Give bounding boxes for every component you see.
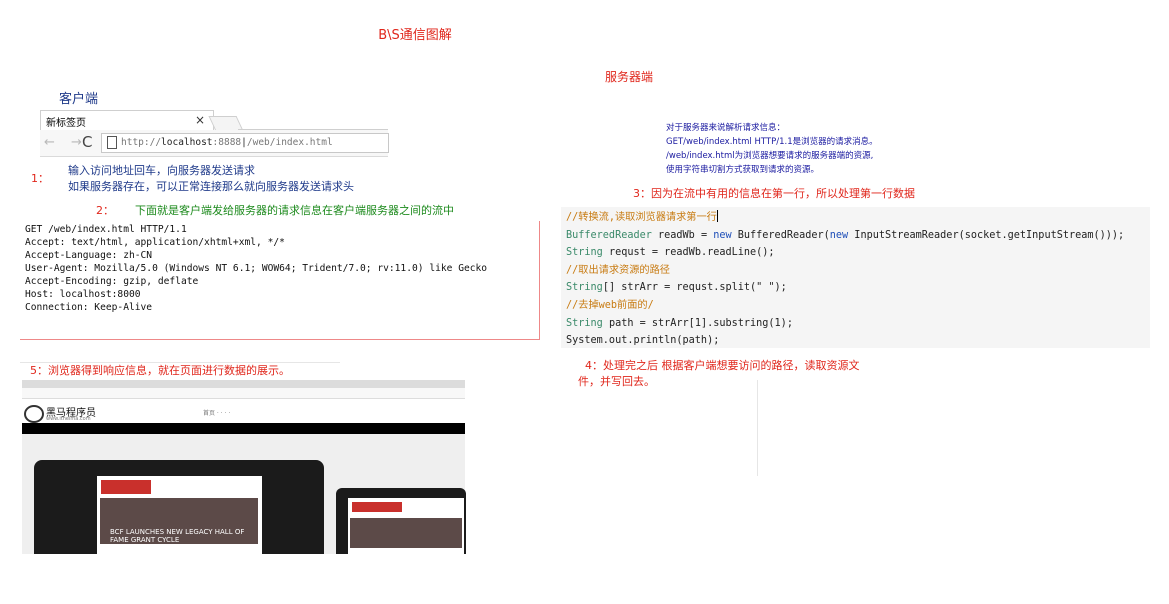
server-label: 服务器端 [605, 70, 654, 84]
divider [757, 380, 758, 476]
server-info-line: GET/web/index.html HTTP/1.1是浏览器的请求消息。 [666, 137, 878, 147]
step2-text: 下面就是客户端发给服务器的请求信息在客户端服务器之间的流中 [135, 204, 454, 217]
thumb-nav-links: 首页 · · · · [203, 410, 231, 417]
thumb-tablet-banner [350, 518, 462, 548]
code-lines: //转换流,读取浏览器请求第一行 BufferedReader readWb = … [566, 209, 1124, 350]
reload-icon[interactable]: C [82, 133, 92, 151]
request-line: Host: localhost:8000 [25, 289, 141, 300]
diagram-title: B\S通信图解 [378, 28, 452, 43]
client-label: 客户端 [59, 92, 99, 107]
code-comment: //转换流,读取浏览器请求第一行 [566, 210, 718, 223]
address-url: http://localhost:8888|/web/index.html [121, 137, 333, 148]
code-comment: //去掉web前面的/ [566, 299, 654, 311]
thumb-red-header [101, 480, 151, 494]
thumb-banner-text: BCF LAUNCHES NEW LEGACY HALL OF FAME GRA… [110, 528, 245, 544]
text-cursor [716, 210, 718, 222]
step4-line1: 4：处理完之后 根据客户端想要访问的路径，读取资源文 [585, 359, 860, 372]
page-icon [107, 136, 117, 149]
thumb-logo-sub: www.itheima.com [46, 416, 91, 422]
request-line: GET /web/index.html HTTP/1.1 [25, 224, 187, 235]
server-info-line: 对于服务器来说解析请求信息： [666, 123, 786, 133]
step1-line1: 输入访问地址回车，向服务器发送请求 [68, 164, 255, 177]
thumb-tabstrip [22, 380, 465, 388]
browser-tab[interactable]: 新标签页 × [40, 110, 214, 131]
request-line: Accept: text/html, application/xhtml+xml… [25, 237, 285, 248]
thumb-navbar [22, 423, 465, 434]
address-bar[interactable]: http://localhost:8888|/web/index.html [101, 133, 389, 153]
code-line: BufferedReader readWb = new BufferedRead… [566, 229, 1125, 241]
step1-line2: 如果服务器存在，可以正常连接那么就向服务器发送请求头 [68, 180, 354, 193]
logo-icon [24, 405, 44, 423]
step5-text: 5：浏览器得到响应信息，就在页面进行数据的展示。 [30, 364, 290, 377]
code-line: String path = strArr[1].substring(1); [566, 317, 793, 329]
step2-number: 2： [96, 204, 114, 217]
step3-text: 3：因为在流中有用的信息在第一行，所以处理第一行数据 [633, 187, 915, 200]
tab-title: 新标签页 [46, 118, 86, 129]
code-comment: //取出请求资源的路径 [566, 264, 670, 276]
request-line: Accept-Language: zh-CN [25, 250, 153, 261]
request-line: User-Agent: Mozilla/5.0 (Windows NT 6.1;… [25, 263, 488, 274]
server-info-line: 使用字符串切割方式获取到请求的资源。 [666, 165, 820, 175]
step1-number: 1： [31, 172, 49, 185]
request-line: Connection: Keep-Alive [25, 302, 153, 313]
request-message: GET /web/index.html HTTP/1.1 Accept: text… [25, 223, 487, 314]
code-line: String requst = readWb.readLine(); [566, 247, 775, 259]
code-line: String[] strArr = requst.split(" "); [566, 282, 787, 294]
code-line: System.out.println(path); [566, 335, 720, 347]
thumb-tablet-header [352, 502, 402, 512]
thumb-addressbar [22, 388, 465, 399]
server-info-line: /web/index.html为浏览器想要请求的服务器端的资源, [666, 151, 874, 161]
close-icon[interactable]: × [195, 113, 205, 127]
step4-line2: 件，并写回去。 [578, 375, 655, 388]
request-line: Accept-Encoding: gzip, deflate [25, 276, 199, 287]
